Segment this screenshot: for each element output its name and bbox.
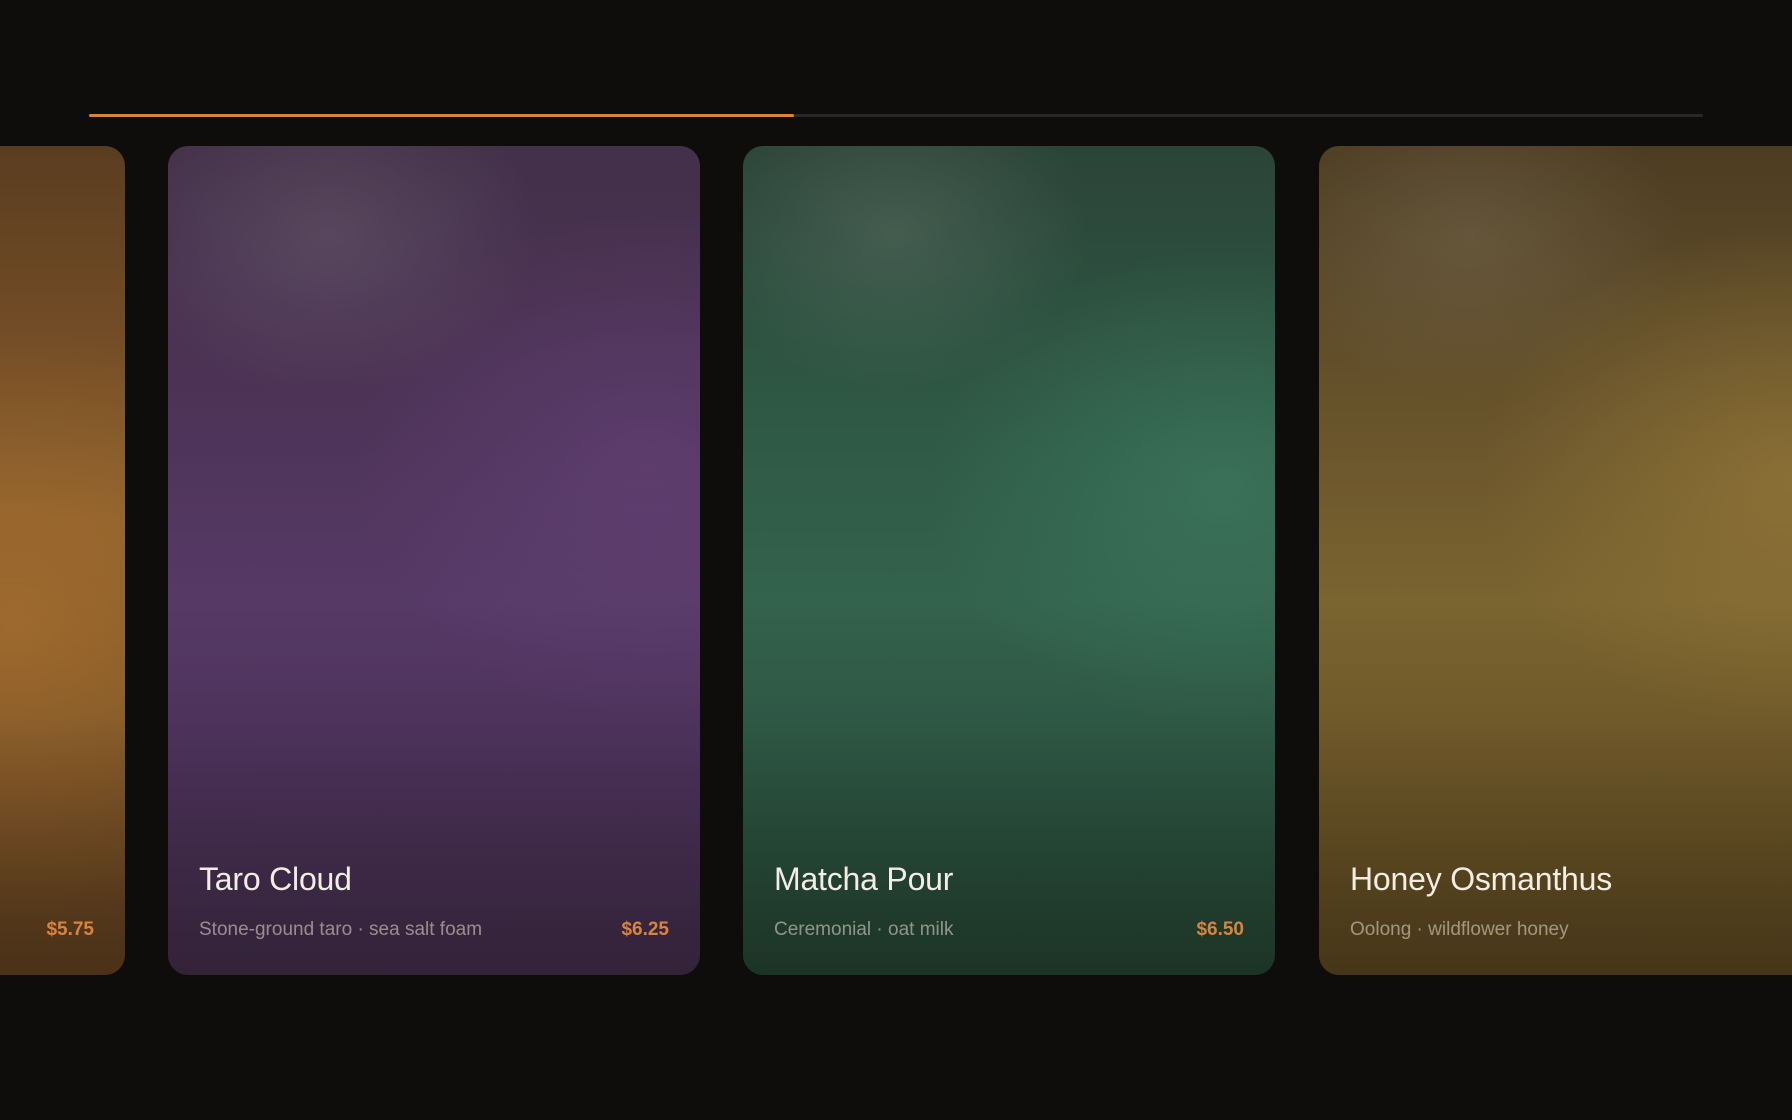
card-background: [0, 146, 125, 975]
product-card-honey-osmanthus[interactable]: Honey Osmanthus Oolong · wildflower hone…: [1319, 146, 1792, 975]
carousel: $5.75 Taro Cloud Stone-ground taro · sea…: [0, 0, 1792, 1120]
card-description: Stone-ground taro · sea salt foam: [199, 919, 483, 940]
card-price: $5.75: [46, 919, 94, 940]
carousel-progress-fill: [89, 114, 795, 117]
card-name: Taro Cloud: [199, 861, 352, 897]
product-card-taro-cloud[interactable]: Taro Cloud Stone-ground taro · sea salt …: [168, 146, 700, 975]
card-price: $6.25: [621, 919, 669, 940]
card-name: Honey Osmanthus: [1350, 861, 1613, 897]
card-description: Oolong · wildflower honey: [1350, 919, 1569, 940]
card-name: Matcha Pour: [774, 861, 954, 897]
card-background: [168, 146, 700, 975]
card-price: $6.50: [1196, 919, 1244, 940]
product-card-amber[interactable]: $5.75: [0, 146, 125, 975]
card-background: [1319, 146, 1792, 975]
carousel-progress-bar: [89, 114, 1703, 117]
card-description: Ceremonial · oat milk: [774, 919, 954, 940]
card-background: [743, 146, 1275, 975]
product-card-matcha-pour[interactable]: Matcha Pour Ceremonial · oat milk $6.50: [743, 146, 1275, 975]
